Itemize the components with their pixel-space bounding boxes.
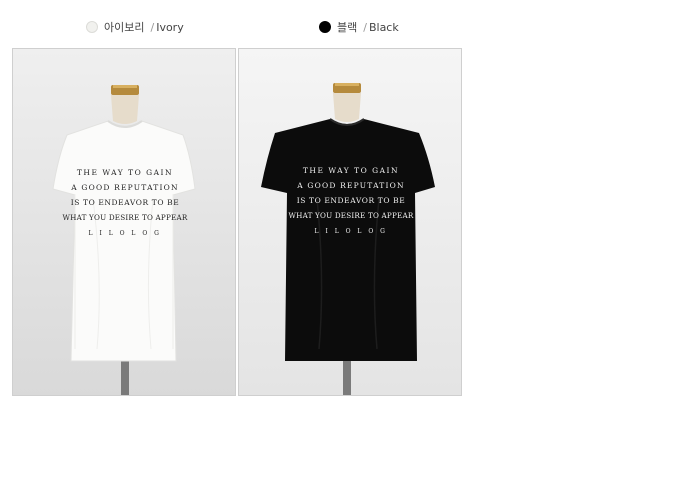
variant-separator: / [150, 20, 155, 34]
variant-name-en: Ivory [156, 20, 184, 34]
ivory-swatch-icon [86, 21, 98, 33]
print-line-5: L I L O L O G [89, 230, 162, 237]
variant-name-ko: 아이보리 [104, 21, 145, 34]
print-line-3: IS TO ENDEAVOR TO BE [71, 198, 180, 207]
product-photo-ivory: THE WAY TO GAIN A GOOD REPUTATION IS TO … [12, 48, 236, 396]
variant-label-ivory: 아이보리 / Ivory [86, 18, 184, 36]
black-tshirt-image: THE WAY TO GAIN A GOOD REPUTATION IS TO … [239, 49, 461, 395]
print-line-1: THE WAY TO GAIN [303, 166, 399, 175]
ivory-tshirt-image: THE WAY TO GAIN A GOOD REPUTATION IS TO … [13, 49, 235, 395]
product-photo-black: THE WAY TO GAIN A GOOD REPUTATION IS TO … [238, 48, 462, 396]
variant-name-ko: 블랙 [337, 21, 358, 34]
print-line-3: IS TO ENDEAVOR TO BE [297, 196, 406, 205]
print-line-1: THE WAY TO GAIN [77, 168, 173, 177]
print-line-2: A GOOD REPUTATION [296, 181, 405, 190]
black-swatch-icon [319, 21, 331, 33]
print-line-4: WHAT YOU DESIRE TO APPEAR [289, 211, 414, 220]
variant-name-en: Black [368, 20, 399, 34]
variant-separator: / [363, 20, 367, 34]
variant-label-black: 블랙 / Black [319, 18, 399, 36]
print-line-5: L I L O L O G [315, 228, 388, 235]
print-line-2: A GOOD REPUTATION [70, 183, 179, 192]
print-line-4: WHAT YOU DESIRE TO APPEAR [63, 213, 188, 222]
